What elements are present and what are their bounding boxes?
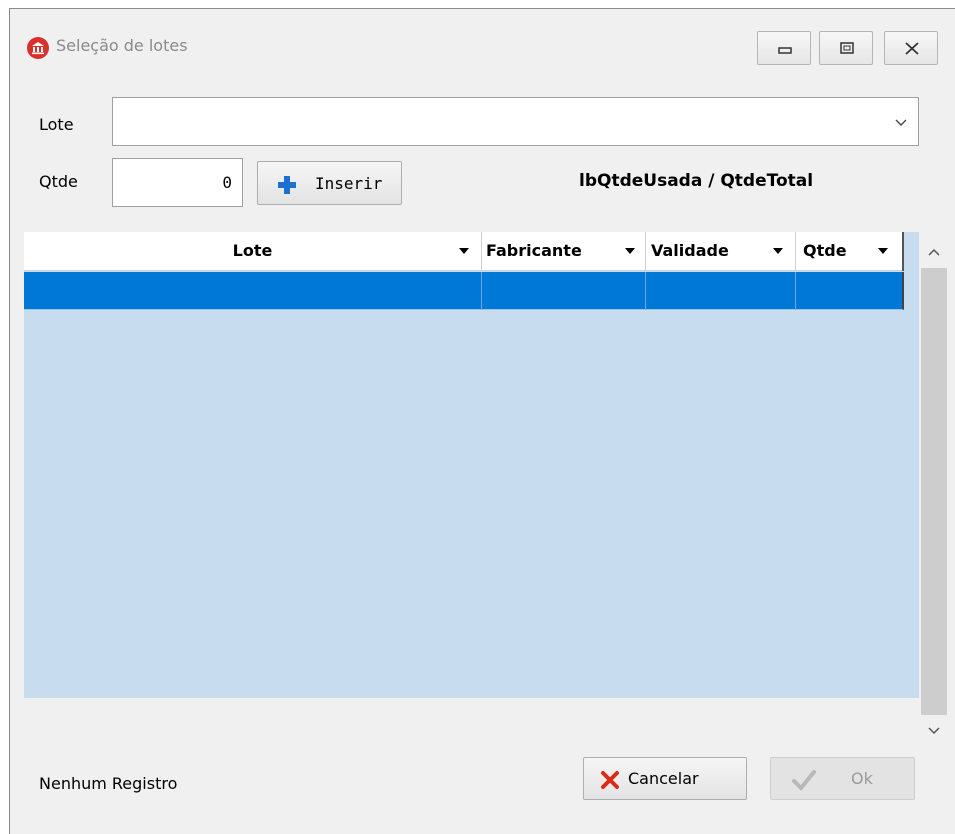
cancel-button[interactable]: Cancelar [583, 757, 747, 800]
qtde-label: Qtde [39, 172, 78, 191]
qtde-usage-label: lbQtdeUsada / QtdeTotal [579, 171, 814, 191]
record-status: Nenhum Registro [39, 774, 178, 793]
ok-button[interactable]: Ok [770, 757, 915, 800]
lote-label: Lote [39, 115, 74, 134]
sort-arrow-icon[interactable] [878, 248, 888, 254]
close-icon [905, 42, 919, 55]
minimize-icon [778, 47, 792, 54]
window-title: Seleção de lotes [56, 36, 188, 55]
maximize-icon [840, 42, 854, 54]
cell-divider [645, 272, 646, 310]
lots-grid[interactable]: Lote Fabricante Validade Qtde [24, 232, 919, 698]
checkmark-icon [792, 770, 816, 791]
qtde-input[interactable]: 0 [112, 158, 243, 207]
sort-arrow-icon[interactable] [773, 248, 783, 254]
chevron-down-icon[interactable] [894, 115, 908, 129]
column-header-validade[interactable]: Validade [645, 232, 795, 271]
dialog-window: Seleção de lotes Lote Qtde 0 Inserir lbQ… [9, 8, 955, 834]
bank-icon [27, 37, 49, 59]
insert-button-label: Inserir [315, 174, 383, 193]
close-button[interactable] [884, 31, 938, 65]
minimize-button[interactable] [757, 31, 811, 65]
cell-divider [481, 272, 482, 310]
lote-combobox[interactable] [112, 97, 919, 146]
vertical-scrollbar[interactable] [921, 232, 947, 753]
column-header-fabricante[interactable]: Fabricante [481, 232, 645, 271]
sort-arrow-icon[interactable] [459, 248, 469, 254]
grid-header: Lote Fabricante Validade Qtde [24, 232, 904, 271]
insert-button[interactable]: Inserir [257, 161, 402, 205]
cancel-button-label: Cancelar [628, 769, 699, 788]
column-header-lote[interactable]: Lote [24, 232, 481, 271]
ok-button-label: Ok [851, 769, 873, 788]
plus-icon [278, 176, 296, 194]
sort-arrow-icon[interactable] [625, 248, 635, 254]
column-header-qtde[interactable]: Qtde [795, 232, 904, 271]
close-icon [601, 771, 619, 789]
maximize-button[interactable] [819, 31, 873, 65]
chevron-up-icon[interactable] [926, 245, 942, 261]
title-bar[interactable]: Seleção de lotes [10, 9, 955, 79]
chevron-down-icon[interactable] [926, 722, 942, 738]
table-row[interactable] [24, 272, 904, 310]
cell-divider [795, 272, 796, 310]
scrollbar-thumb[interactable] [921, 268, 947, 715]
